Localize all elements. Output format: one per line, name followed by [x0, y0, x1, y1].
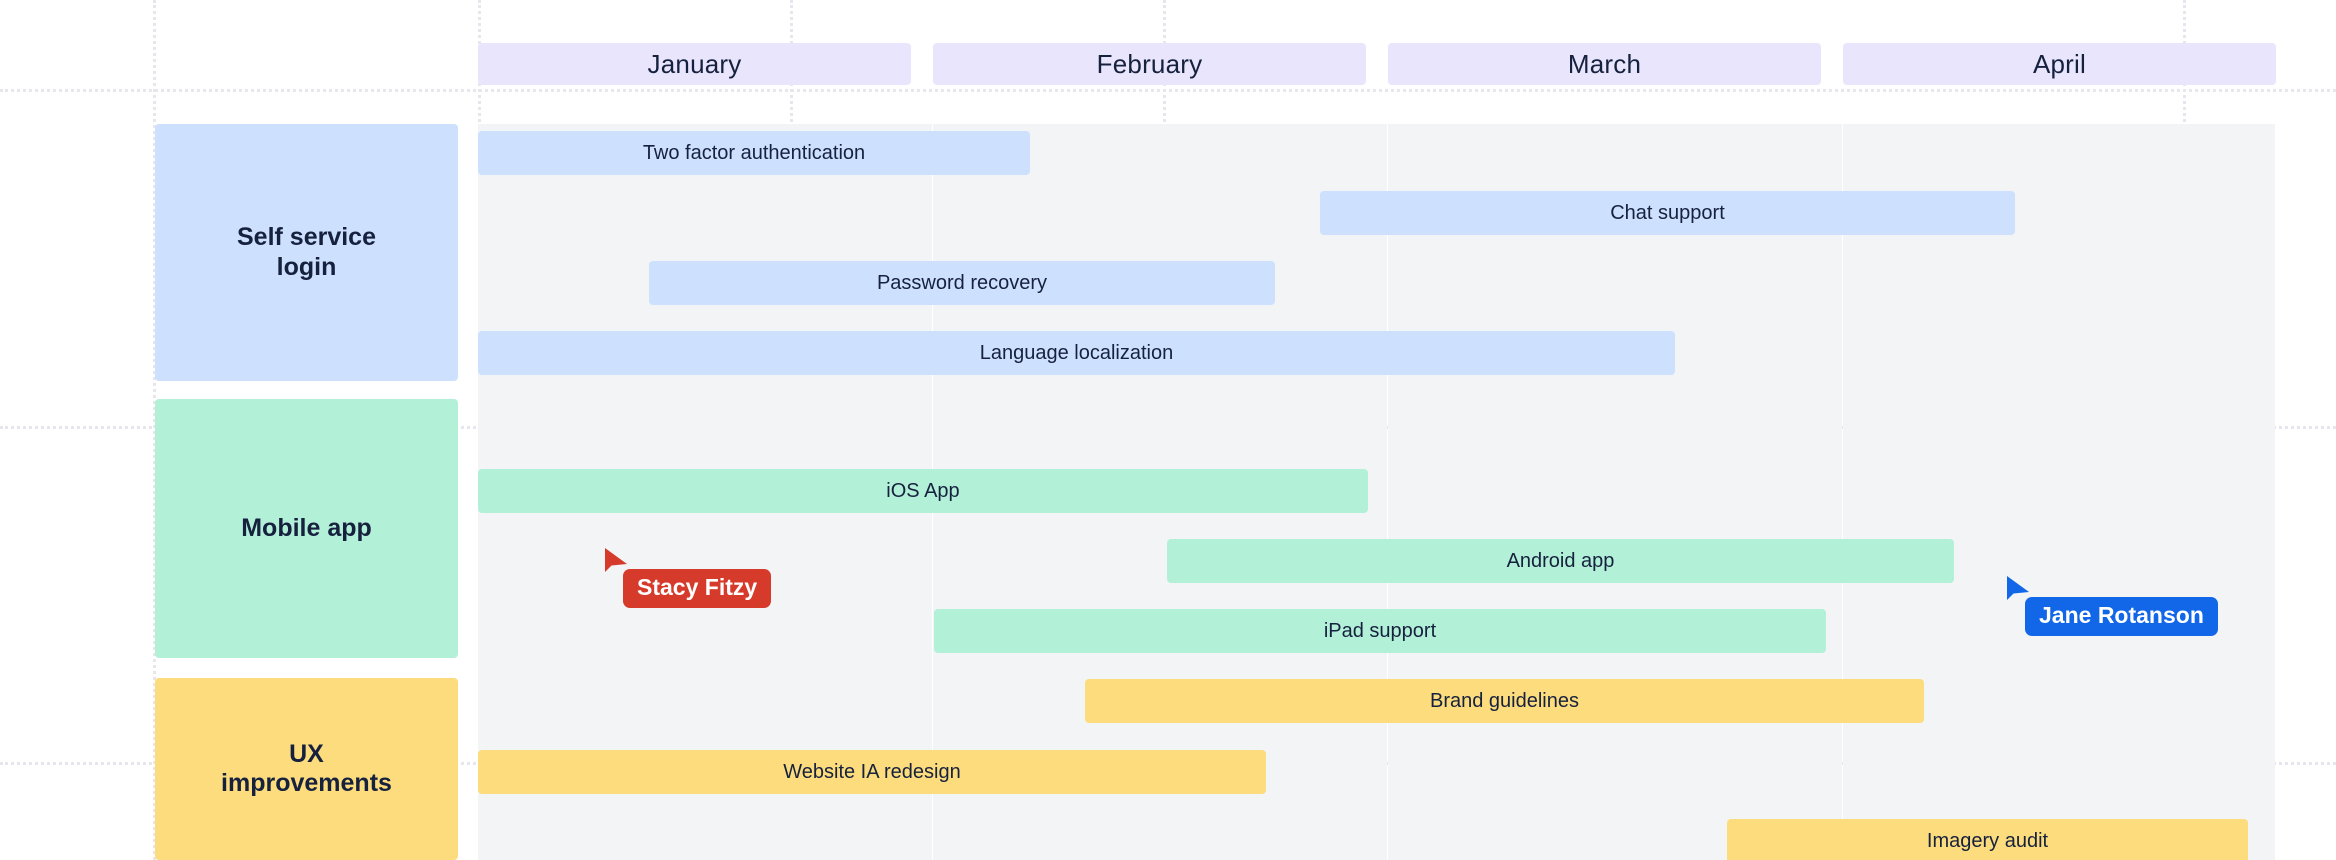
task-bar-ios-app[interactable]: iOS App: [478, 469, 1368, 513]
task-bar-label: Language localization: [979, 341, 1174, 364]
month-header-label: April: [2032, 48, 2086, 79]
month-header-label: February: [1096, 48, 1203, 79]
task-bar-label: Android app: [1506, 549, 1615, 572]
group-label-line: UX: [289, 739, 324, 768]
month-header-label: March: [1567, 48, 1642, 79]
task-bar-brand-guidelines[interactable]: Brand guidelines: [1085, 679, 1924, 723]
month-header-february[interactable]: February: [933, 43, 1366, 85]
group-card-ux-improvements[interactable]: UX improvements: [155, 678, 458, 860]
task-bar-label: Brand guidelines: [1430, 689, 1579, 712]
task-bar-label: iOS App: [886, 479, 960, 502]
month-header-label: January: [647, 48, 742, 79]
task-bar-ipad-support[interactable]: iPad support: [934, 609, 1826, 653]
month-header-april[interactable]: April: [1843, 43, 2276, 85]
task-bar-android-app[interactable]: Android app: [1167, 539, 1954, 583]
task-bar-website-ia-redesign[interactable]: Website IA redesign: [478, 750, 1266, 794]
task-bar-label: Imagery audit: [1926, 829, 2049, 852]
gantt-board: January February March April Self servic…: [0, 0, 2336, 860]
task-bar-language-localization[interactable]: Language localization: [478, 331, 1675, 375]
task-bar-chat-support[interactable]: Chat support: [1320, 191, 2015, 235]
task-bar-imagery-audit[interactable]: Imagery audit: [1727, 819, 2248, 860]
task-bar-label: Two factor authentication: [642, 141, 866, 164]
task-bar-label: iPad support: [1323, 619, 1437, 642]
group-label-line: Self service: [237, 223, 376, 251]
task-bar-label: Password recovery: [876, 271, 1048, 294]
group-label-line: Mobile app: [241, 513, 372, 542]
grid-guide-horizontal: [0, 89, 2336, 92]
task-bar-password-recovery[interactable]: Password recovery: [649, 261, 1275, 305]
month-header-march[interactable]: March: [1388, 43, 1821, 85]
group-label-line: login: [276, 252, 337, 281]
task-bar-two-factor-authentication[interactable]: Two factor authentication: [478, 131, 1030, 175]
task-bar-label: Website IA redesign: [783, 760, 961, 783]
task-bar-label: Chat support: [1610, 201, 1725, 224]
group-card-self-service-login[interactable]: Self service login: [155, 124, 458, 381]
group-card-mobile-app[interactable]: Mobile app: [155, 399, 458, 658]
group-label-line: improvements: [221, 769, 392, 797]
month-header-january[interactable]: January: [478, 43, 911, 85]
